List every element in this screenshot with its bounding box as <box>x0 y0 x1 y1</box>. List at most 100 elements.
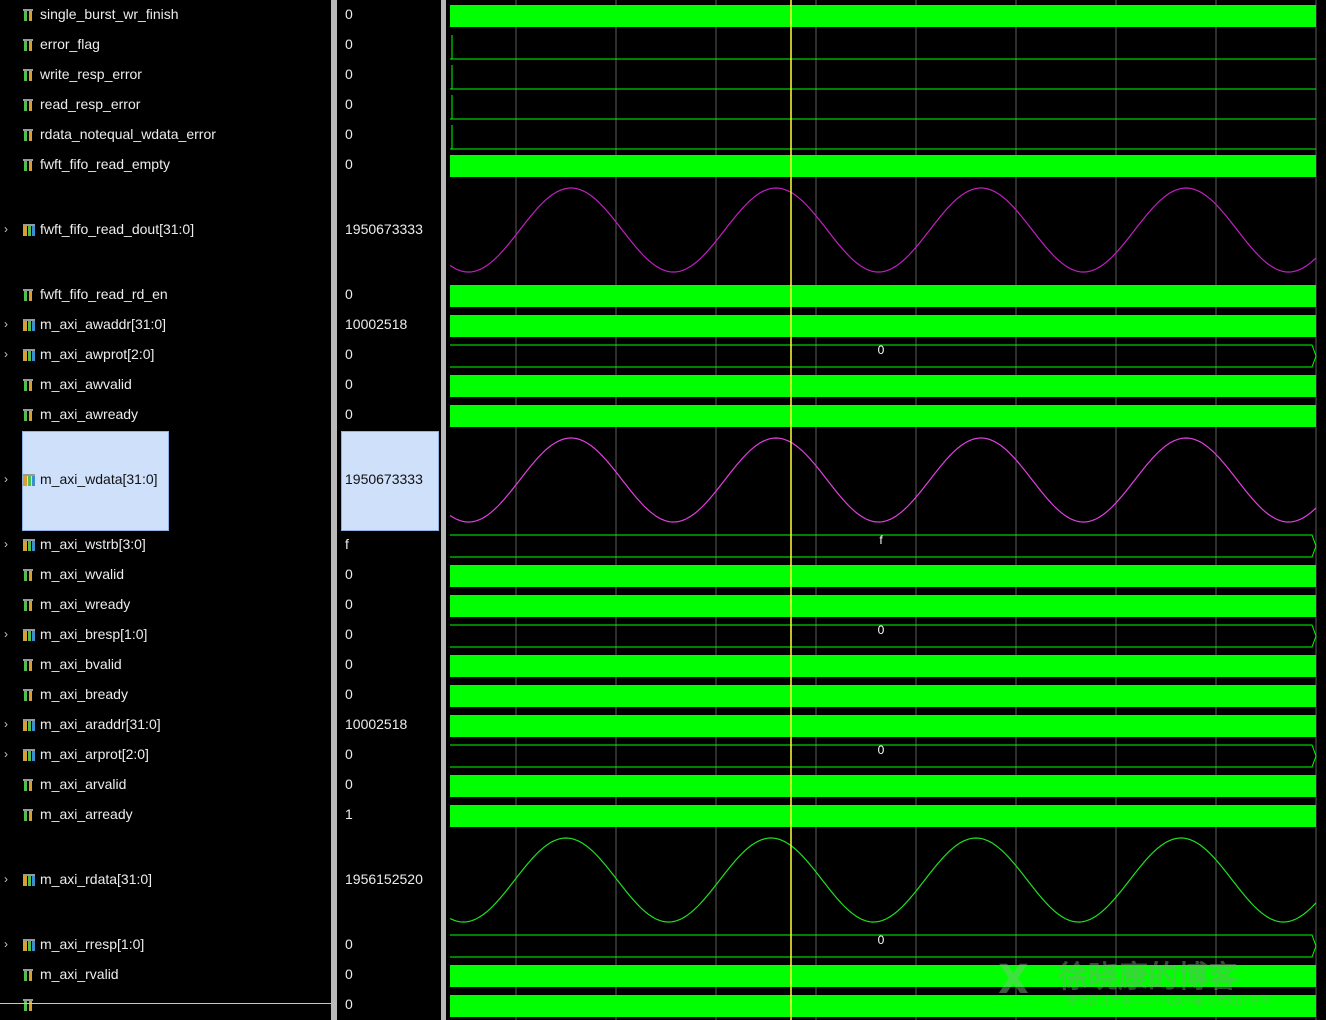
signal-value: 10002518 <box>345 316 408 332</box>
signal-row[interactable]: read_resp_error <box>0 90 331 120</box>
signal-row[interactable]: rdata_notequal_wdata_error <box>0 120 331 150</box>
signal-value-row[interactable]: 0 <box>337 590 441 620</box>
signal-row[interactable]: error_flag <box>0 30 331 60</box>
watermark-subtitle: 硬件设计之美——FPGA与嵌入式知识分享 <box>1066 994 1271 1008</box>
signal-value-row[interactable]: 0 <box>337 650 441 680</box>
dense-transition-block <box>450 655 1316 677</box>
signal-value-row[interactable]: 1950673333 <box>337 180 441 280</box>
chevron-right-icon[interactable]: › <box>4 348 14 360</box>
signal-row[interactable]: › m_axi_wstrb[3:0] <box>0 530 331 560</box>
chevron-right-icon[interactable]: › <box>4 873 14 885</box>
signal-value-row[interactable]: 0 <box>337 370 441 400</box>
signal-value-row[interactable]: 0 <box>337 620 441 650</box>
bus-signal-icon <box>23 473 35 486</box>
signal-value-row[interactable]: 0 <box>337 680 441 710</box>
signal-value: 0 <box>345 286 353 302</box>
signal-value-row[interactable]: 0 <box>337 150 441 180</box>
signal-value-row[interactable]: 0 <box>337 930 441 960</box>
dense-transition-block <box>450 565 1316 587</box>
signal-row[interactable] <box>0 990 331 1020</box>
logic-signal-icon <box>23 68 35 81</box>
signal-name: m_axi_rdata[31:0] <box>40 871 153 887</box>
signal-row[interactable]: › m_axi_awaddr[31:0] <box>0 310 331 340</box>
signal-name: m_axi_arready <box>40 806 133 822</box>
signal-row[interactable]: › m_axi_awprot[2:0] <box>0 340 331 370</box>
chevron-right-icon[interactable]: › <box>4 938 14 950</box>
signal-value: 0 <box>345 96 353 112</box>
signal-row[interactable]: › m_axi_araddr[31:0] <box>0 710 331 740</box>
logic-signal-icon <box>23 408 35 421</box>
signal-value: 1950673333 <box>345 221 423 237</box>
chevron-right-icon[interactable]: › <box>4 538 14 550</box>
chevron-right-icon[interactable]: › <box>4 223 14 235</box>
signal-row[interactable]: › fwft_fifo_read_dout[31:0] <box>0 180 331 280</box>
signal-name: m_axi_rresp[1:0] <box>40 936 145 952</box>
signal-row[interactable]: m_axi_arready <box>0 800 331 830</box>
signal-row[interactable]: single_burst_wr_finish <box>0 0 331 30</box>
signal-row[interactable]: m_axi_awvalid <box>0 370 331 400</box>
signal-value-row[interactable]: 1 <box>337 800 441 830</box>
signal-value-row[interactable]: 0 <box>337 990 441 1020</box>
signal-row[interactable]: m_axi_wvalid <box>0 560 331 590</box>
signal-row[interactable]: write_resp_error <box>0 60 331 90</box>
analog-waveform <box>449 837 1317 923</box>
signal-name: write_resp_error <box>40 66 142 82</box>
bus-signal-icon <box>23 628 35 641</box>
signal-value-row[interactable]: 0 <box>337 0 441 30</box>
signal-row[interactable]: m_axi_bready <box>0 680 331 710</box>
signal-row[interactable]: m_axi_arvalid <box>0 770 331 800</box>
signal-value-row[interactable]: 10002518 <box>337 310 441 340</box>
signal-value-row[interactable]: 0 <box>337 400 441 430</box>
chevron-right-icon[interactable]: › <box>4 473 14 485</box>
chevron-right-icon[interactable]: › <box>4 318 14 330</box>
dense-transition-block <box>450 315 1316 337</box>
signal-name: m_axi_wdata[31:0] <box>40 471 158 487</box>
signal-value-row[interactable]: 0 <box>337 960 441 990</box>
signal-value-panel: 0 0 0 0 0 0 1950673333 0 10002518 0 0 0 1950673333 f 0… <box>337 0 441 1020</box>
signal-value: 0 <box>345 66 353 82</box>
chevron-right-icon[interactable]: › <box>4 718 14 730</box>
signal-value-row[interactable]: 1956152520 <box>337 830 441 930</box>
signal-row[interactable]: m_axi_bvalid <box>0 650 331 680</box>
signal-value-row[interactable]: 0 <box>337 90 441 120</box>
chevron-right-icon[interactable]: › <box>4 748 14 760</box>
signal-row[interactable]: m_axi_wready <box>0 590 331 620</box>
signal-row[interactable]: › m_axi_wdata[31:0] <box>0 430 331 531</box>
signal-row[interactable]: m_axi_rvalid <box>0 960 331 990</box>
logic-signal-icon <box>23 808 35 821</box>
signal-value-row[interactable]: 0 <box>337 340 441 370</box>
waveform-panel[interactable]: 0f000 X 徐晓康的博客 硬件设计之美——FPGA与嵌入式知识分享 <box>446 0 1326 1020</box>
signal-row[interactable]: m_axi_awready <box>0 400 331 430</box>
signal-value-row[interactable]: 0 <box>337 60 441 90</box>
signal-row[interactable]: › m_axi_arprot[2:0] <box>0 740 331 770</box>
signal-name: m_axi_awprot[2:0] <box>40 346 155 362</box>
signal-value-row[interactable]: 0 <box>337 30 441 60</box>
chevron-right-icon[interactable]: › <box>4 628 14 640</box>
signal-name: m_axi_wready <box>40 596 131 612</box>
signal-name: m_axi_awaddr[31:0] <box>40 316 167 332</box>
signal-value: 1 <box>345 806 353 822</box>
signal-value: 0 <box>345 596 353 612</box>
dense-transition-block <box>450 715 1316 737</box>
dense-transition-block <box>450 805 1316 827</box>
waveform-canvas[interactable]: 0f000 <box>446 0 1326 1020</box>
signal-value-row[interactable]: 1950673333 <box>337 430 441 531</box>
signal-name-panel: single_burst_wr_finish error_flag write_re… <box>0 0 331 1020</box>
signal-row[interactable]: › m_axi_rresp[1:0] <box>0 930 331 960</box>
bus-signal-icon <box>23 873 35 886</box>
bus-signal-icon <box>23 938 35 951</box>
signal-row[interactable]: fwft_fifo_read_empty <box>0 150 331 180</box>
dense-transition-block <box>450 775 1316 797</box>
signal-value-row[interactable]: 0 <box>337 560 441 590</box>
bus-signal-icon <box>23 348 35 361</box>
signal-value-row[interactable]: 0 <box>337 120 441 150</box>
signal-value-row[interactable]: f <box>337 530 441 560</box>
signal-value-row[interactable]: 0 <box>337 280 441 310</box>
signal-value-row[interactable]: 0 <box>337 740 441 770</box>
signal-row[interactable]: › m_axi_rdata[31:0] <box>0 830 331 930</box>
signal-row[interactable]: › m_axi_bresp[1:0] <box>0 620 331 650</box>
signal-value-row[interactable]: 10002518 <box>337 710 441 740</box>
signal-value-row[interactable]: 0 <box>337 770 441 800</box>
logic-signal-icon <box>23 598 35 611</box>
signal-row[interactable]: fwft_fifo_read_rd_en <box>0 280 331 310</box>
